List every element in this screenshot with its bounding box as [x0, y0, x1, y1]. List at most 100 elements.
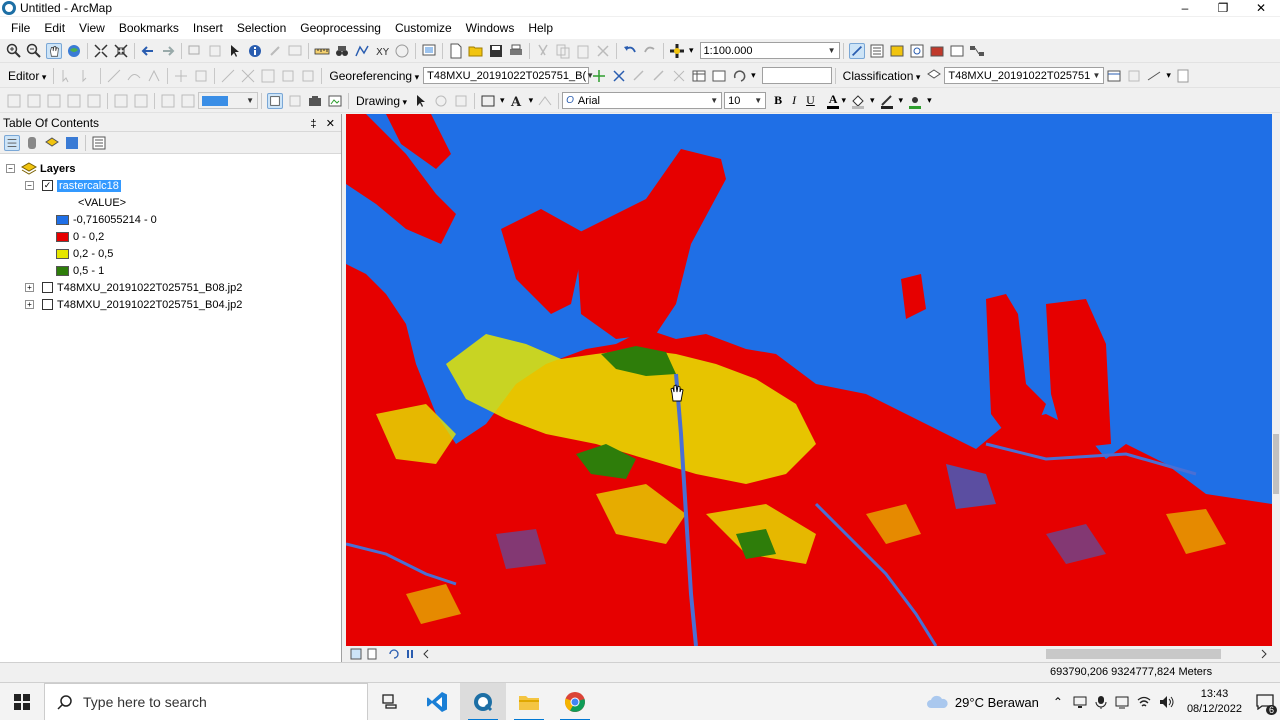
- print-icon[interactable]: [508, 43, 524, 59]
- taskbar-file-explorer[interactable]: [506, 683, 552, 720]
- layout-view-tab-icon[interactable]: [366, 648, 378, 660]
- font-size-combo[interactable]: 10 ▼: [724, 92, 767, 109]
- scrollbar-thumb[interactable]: [1273, 434, 1279, 494]
- horizontal-scrollbar-thumb[interactable]: [1046, 649, 1221, 659]
- split-tool-icon[interactable]: [173, 68, 189, 84]
- georeferencing-layer-combo[interactable]: T48MXU_20191022T025751_B( ▼: [423, 67, 594, 84]
- edit-vertices-icon[interactable]: [537, 93, 553, 109]
- legend-item[interactable]: 0,5 - 1: [56, 262, 104, 279]
- bold-button[interactable]: B: [772, 93, 784, 108]
- menu-windows[interactable]: Windows: [459, 17, 522, 39]
- rotation-angle-input[interactable]: [761, 67, 832, 84]
- measure-icon[interactable]: [314, 43, 330, 59]
- fill-color-dropdown-icon[interactable]: ▾: [868, 95, 877, 106]
- wifi-icon[interactable]: [1137, 695, 1151, 709]
- start-button[interactable]: [0, 683, 44, 720]
- minimize-button[interactable]: –: [1166, 0, 1204, 16]
- drawing-menu[interactable]: Drawing: [352, 94, 411, 108]
- redo-icon[interactable]: [642, 43, 658, 59]
- view-link-table-icon[interactable]: [691, 68, 707, 84]
- gamma-icon[interactable]: [160, 93, 176, 109]
- collapse-icon[interactable]: −: [6, 164, 15, 173]
- swipe-icon[interactable]: [26, 93, 42, 109]
- menu-geoprocessing[interactable]: Geoprocessing: [293, 17, 388, 39]
- find-route-icon[interactable]: [354, 43, 370, 59]
- classification-menu[interactable]: Classification: [839, 69, 925, 83]
- sketch-properties-icon[interactable]: [280, 68, 296, 84]
- task-view-button[interactable]: [368, 683, 414, 720]
- open-folder-icon[interactable]: [468, 43, 484, 59]
- underline-button[interactable]: U: [804, 93, 817, 108]
- layer-name[interactable]: T48MXU_20191022T025751_B08.jp2: [57, 282, 242, 294]
- time-slider-icon[interactable]: [394, 43, 410, 59]
- rotate-icon[interactable]: [731, 68, 747, 84]
- text-dropdown-icon[interactable]: ▾: [527, 95, 536, 106]
- full-extent-icon[interactable]: [66, 43, 82, 59]
- table-of-contents-icon[interactable]: [869, 43, 885, 59]
- layer-name[interactable]: rastercalc18: [57, 179, 121, 192]
- edit-tool-icon[interactable]: [59, 68, 75, 84]
- fixed-zoom-out-icon[interactable]: [113, 43, 129, 59]
- viewer-icon[interactable]: [711, 68, 727, 84]
- italic-button[interactable]: I: [790, 93, 798, 108]
- layout-view-icon[interactable]: [267, 92, 283, 109]
- add-data-dropdown-icon[interactable]: ▾: [687, 45, 696, 56]
- adjust-transparency-icon[interactable]: [113, 93, 129, 109]
- font-color-dropdown-icon[interactable]: ▾: [839, 95, 848, 106]
- html-popup-icon[interactable]: [287, 43, 303, 59]
- map-scale-combo[interactable]: 1:100.000 ▼: [699, 42, 840, 59]
- flicker-icon[interactable]: [46, 93, 62, 109]
- stretch-icon[interactable]: [180, 93, 196, 109]
- editor-toolbar-icon[interactable]: [848, 42, 865, 59]
- auto-registration-icon[interactable]: [611, 68, 627, 84]
- trace-icon[interactable]: [126, 68, 142, 84]
- line-color-icon[interactable]: [879, 93, 895, 109]
- zoom-out-icon[interactable]: [26, 43, 42, 59]
- arctoolbox-icon[interactable]: [929, 43, 945, 59]
- rotate-tool-icon[interactable]: [193, 68, 209, 84]
- volume-icon[interactable]: [1159, 695, 1175, 709]
- attributes-icon[interactable]: [260, 68, 276, 84]
- expand-icon[interactable]: +: [25, 283, 34, 292]
- create-viewer-icon[interactable]: [421, 43, 437, 59]
- layer-visibility-checkbox[interactable]: [42, 282, 53, 293]
- marker-color-dropdown-icon[interactable]: ▾: [925, 95, 934, 106]
- back-extent-icon[interactable]: [140, 43, 156, 59]
- delete-link-icon[interactable]: [671, 68, 687, 84]
- hyperlink-icon[interactable]: [267, 43, 283, 59]
- taskbar-search-box[interactable]: Type here to search: [44, 682, 368, 720]
- forward-extent-icon[interactable]: [160, 43, 176, 59]
- add-control-points-icon[interactable]: [591, 68, 607, 84]
- search-window-icon[interactable]: [909, 43, 925, 59]
- export-image-icon[interactable]: [327, 93, 343, 109]
- marker-color-icon[interactable]: [907, 93, 923, 109]
- notification-center-button[interactable]: 6: [1250, 683, 1280, 720]
- select-link-icon[interactable]: [631, 68, 647, 84]
- maximize-button[interactable]: ❐: [1204, 0, 1242, 16]
- layer-row-b08[interactable]: + T48MXU_20191022T025751_B08.jp2: [25, 279, 242, 296]
- chevron-up-icon[interactable]: ⌃: [1053, 695, 1063, 709]
- magnifier-icon[interactable]: [287, 93, 303, 109]
- identify-icon[interactable]: [247, 43, 263, 59]
- rotate-dropdown-icon[interactable]: ▾: [749, 70, 758, 81]
- toc-close-button[interactable]: ✕: [326, 118, 335, 130]
- model-builder-icon[interactable]: [969, 43, 985, 59]
- fixed-zoom-in-icon[interactable]: [93, 43, 109, 59]
- map-display[interactable]: [346, 114, 1272, 646]
- network-icon[interactable]: [1073, 695, 1087, 709]
- editor-menu[interactable]: Editor: [4, 69, 50, 83]
- stretch-type-combo[interactable]: ▼: [198, 92, 258, 109]
- create-signature-icon[interactable]: [1126, 68, 1142, 84]
- pan-icon[interactable]: [46, 42, 62, 59]
- menu-insert[interactable]: Insert: [186, 17, 230, 39]
- select-features-icon[interactable]: [187, 43, 203, 59]
- legend-item[interactable]: 0,2 - 0,5: [56, 245, 113, 262]
- zoom-to-link-icon[interactable]: [651, 68, 667, 84]
- line-color-dropdown-icon[interactable]: ▾: [897, 95, 906, 106]
- menu-bookmarks[interactable]: Bookmarks: [112, 17, 186, 39]
- legend-item[interactable]: 0 - 0,2: [56, 228, 104, 245]
- weather-widget[interactable]: 29°C Berawan: [925, 694, 1039, 710]
- layers-group-row[interactable]: − Layers: [6, 160, 75, 177]
- layer-row-b04[interactable]: + T48MXU_20191022T025751_B04.jp2: [25, 296, 242, 313]
- georeferencing-menu[interactable]: Georeferencing: [325, 69, 423, 83]
